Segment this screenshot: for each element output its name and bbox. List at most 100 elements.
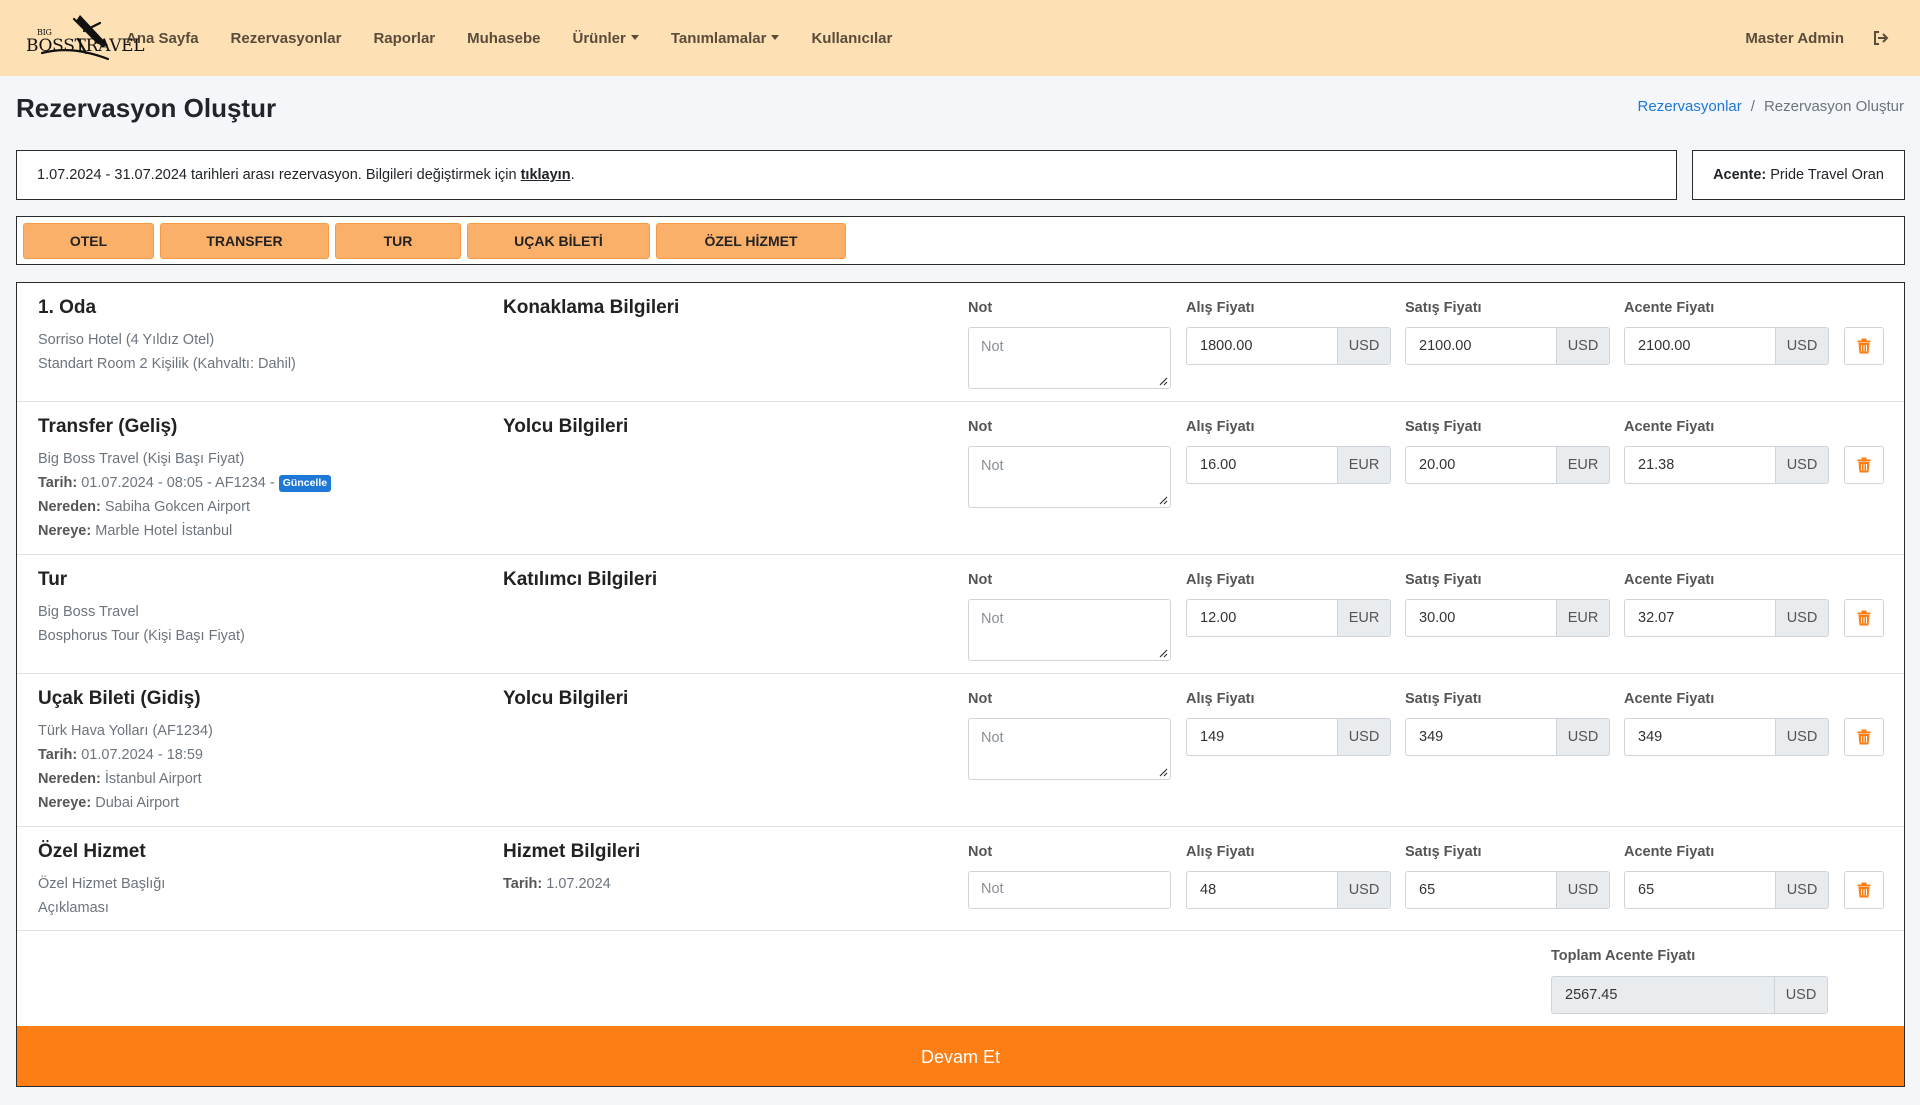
agency-price-group: 349 USD bbox=[1624, 718, 1829, 756]
reservation-item-row: 1. Oda Sorriso Hotel (4 Yıldız Otel) Stand… bbox=[17, 283, 1904, 402]
info-detail-label: Tarih: bbox=[503, 876, 543, 892]
info-section-title[interactable]: Hizmet Bilgileri bbox=[503, 841, 943, 863]
item-info-section: Konaklama Bilgileri bbox=[503, 297, 943, 328]
change-dates-link[interactable]: tıklayın bbox=[521, 167, 571, 183]
item-detail-value: Marble Hotel İstanbul bbox=[95, 523, 233, 539]
item-detail-value: 01.07.2024 - 18:59 bbox=[81, 747, 203, 763]
item-summary: 1. Oda Sorriso Hotel (4 Yıldız Otel) Stand… bbox=[38, 297, 478, 376]
nav-item-4[interactable]: Ürünler bbox=[573, 30, 639, 47]
total-agency-price-currency: USD bbox=[1774, 976, 1828, 1014]
agency-price-currency: USD bbox=[1775, 327, 1829, 365]
item-detail-line: Nereden: İstanbul Airport bbox=[38, 767, 478, 791]
buy-price-input[interactable]: 16.00 bbox=[1186, 446, 1337, 484]
resize-handle-icon[interactable] bbox=[1159, 377, 1168, 386]
buy-price-input[interactable]: 1800.00 bbox=[1186, 327, 1337, 365]
nav-item-label: Tanımlamalar bbox=[670, 29, 767, 47]
delete-item-button[interactable] bbox=[1844, 446, 1884, 484]
user-menu[interactable]: Master Admin bbox=[1745, 30, 1844, 47]
item-detail-label: Nereden: bbox=[38, 771, 101, 787]
buy-price-input[interactable]: 12.00 bbox=[1186, 599, 1337, 637]
resize-handle-icon[interactable] bbox=[1159, 496, 1168, 505]
buy-price-currency: USD bbox=[1337, 871, 1391, 909]
note-textarea[interactable]: Not bbox=[968, 871, 1171, 909]
sell-price-label: Satış Fiyatı bbox=[1405, 419, 1482, 435]
agency-price-input[interactable]: 2100.00 bbox=[1624, 327, 1775, 365]
item-detail-value: Big Boss Travel bbox=[38, 604, 139, 620]
nav-item-label: Raporlar bbox=[373, 29, 436, 47]
service-button-4[interactable]: ÖZEL HİZMET bbox=[656, 223, 846, 259]
note-textarea[interactable]: Not bbox=[968, 599, 1171, 661]
agency-price-input[interactable]: 65 bbox=[1624, 871, 1775, 909]
item-summary: Özel Hizmet Özel Hizmet Başlığı Açıklaması bbox=[38, 841, 478, 920]
total-agency-price-input[interactable]: 2567.45 bbox=[1551, 976, 1774, 1014]
breadcrumb-link-reservations[interactable]: Rezervasyonlar bbox=[1638, 98, 1742, 115]
buy-price-label: Alış Fiyatı bbox=[1186, 300, 1255, 316]
nav-item-6[interactable]: Kullanıcılar bbox=[811, 30, 892, 47]
note-textarea[interactable]: Not bbox=[968, 446, 1171, 508]
item-detail-line: Bosphorus Tour (Kişi Başı Fiyat) bbox=[38, 624, 478, 648]
sell-price-input[interactable]: 20.00 bbox=[1405, 446, 1556, 484]
service-button-1[interactable]: TRANSFER bbox=[160, 223, 329, 259]
item-detail-line: Standart Room 2 Kişilik (Kahvaltı: Dahil… bbox=[38, 352, 478, 376]
reservation-item-row: Özel Hizmet Özel Hizmet Başlığı Açıklaması… bbox=[17, 827, 1904, 931]
brand-name: BIG BOSSTRAVEL bbox=[26, 28, 145, 56]
nav-item-1[interactable]: Rezervasyonlar bbox=[231, 30, 342, 47]
sell-price-input[interactable]: 30.00 bbox=[1405, 599, 1556, 637]
info-section-title[interactable]: Yolcu Bilgileri bbox=[503, 416, 943, 438]
sell-price-input[interactable]: 65 bbox=[1405, 871, 1556, 909]
note-label: Not bbox=[968, 300, 993, 316]
service-button-3[interactable]: UÇAK BİLETİ bbox=[467, 223, 650, 259]
sell-price-group: 349 USD bbox=[1405, 718, 1610, 756]
info-section-title[interactable]: Konaklama Bilgileri bbox=[503, 297, 943, 319]
delete-item-button[interactable] bbox=[1844, 718, 1884, 756]
resize-handle-icon[interactable] bbox=[1159, 649, 1168, 658]
brand-logo[interactable]: BIG BOSSTRAVEL bbox=[22, 9, 145, 67]
sell-price-currency: USD bbox=[1556, 327, 1610, 365]
logout-icon[interactable] bbox=[1872, 29, 1890, 47]
service-button-2[interactable]: TUR bbox=[335, 223, 461, 259]
nav-item-3[interactable]: Muhasebe bbox=[467, 30, 540, 47]
date-range-info: 1.07.2024 - 31.07.2024 tarihleri arası r… bbox=[16, 150, 1677, 200]
item-info-section: Yolcu Bilgileri bbox=[503, 688, 943, 719]
delete-item-button[interactable] bbox=[1844, 599, 1884, 637]
item-detail-line: Açıklaması bbox=[38, 896, 478, 920]
trash-icon bbox=[1857, 610, 1871, 626]
item-summary: Transfer (Geliş) Big Boss Travel (Kişi Ba… bbox=[38, 416, 478, 543]
service-button-0[interactable]: OTEL bbox=[23, 223, 154, 259]
agency-price-input[interactable]: 21.38 bbox=[1624, 446, 1775, 484]
sell-price-input[interactable]: 349 bbox=[1405, 718, 1556, 756]
delete-item-button[interactable] bbox=[1844, 871, 1884, 909]
resize-handle-icon[interactable] bbox=[1159, 768, 1168, 777]
agency-price-currency: USD bbox=[1775, 718, 1829, 756]
agency-label: Acente: bbox=[1713, 167, 1767, 183]
item-detail-line: Sorriso Hotel (4 Yıldız Otel) bbox=[38, 328, 478, 352]
buy-price-label: Alış Fiyatı bbox=[1186, 572, 1255, 588]
note-textarea[interactable]: Not bbox=[968, 327, 1171, 389]
continue-button[interactable]: Devam Et bbox=[17, 1026, 1904, 1086]
note-placeholder: Not bbox=[981, 611, 1004, 627]
agency-info: Acente: Pride Travel Oran bbox=[1692, 150, 1905, 200]
agency-price-input[interactable]: 349 bbox=[1624, 718, 1775, 756]
reservation-item-row: Uçak Bileti (Gidiş) Türk Hava Yolları (AF… bbox=[17, 674, 1904, 827]
nav-item-label: Rezervasyonlar bbox=[230, 29, 342, 47]
buy-price-group: 12.00 EUR bbox=[1186, 599, 1391, 637]
nav-item-2[interactable]: Raporlar bbox=[373, 30, 435, 47]
buy-price-group: 1800.00 USD bbox=[1186, 327, 1391, 365]
buy-price-input[interactable]: 149 bbox=[1186, 718, 1337, 756]
sell-price-input[interactable]: 2100.00 bbox=[1405, 327, 1556, 365]
info-section-title[interactable]: Katılımcı Bilgileri bbox=[503, 569, 943, 591]
agency-price-input[interactable]: 32.07 bbox=[1624, 599, 1775, 637]
info-detail-value: 1.07.2024 bbox=[546, 876, 611, 892]
nav-item-5[interactable]: Tanımlamalar bbox=[671, 30, 780, 47]
navbar: BIG BOSSTRAVEL Ana Sayfa Rezervasyonlar Rap… bbox=[0, 0, 1920, 76]
info-section-title[interactable]: Yolcu Bilgileri bbox=[503, 688, 943, 710]
item-detail-label: Tarih: bbox=[38, 475, 78, 491]
trash-icon bbox=[1857, 729, 1871, 745]
delete-item-button[interactable] bbox=[1844, 327, 1884, 365]
buy-price-input[interactable]: 48 bbox=[1186, 871, 1337, 909]
note-textarea[interactable]: Not bbox=[968, 718, 1171, 780]
item-detail-line: Türk Hava Yolları (AF1234) bbox=[38, 719, 478, 743]
update-badge[interactable]: Güncelle bbox=[278, 475, 332, 492]
date-range-text: 1.07.2024 - 31.07.2024 tarihleri arası r… bbox=[37, 167, 517, 183]
sell-price-group: 30.00 EUR bbox=[1405, 599, 1610, 637]
